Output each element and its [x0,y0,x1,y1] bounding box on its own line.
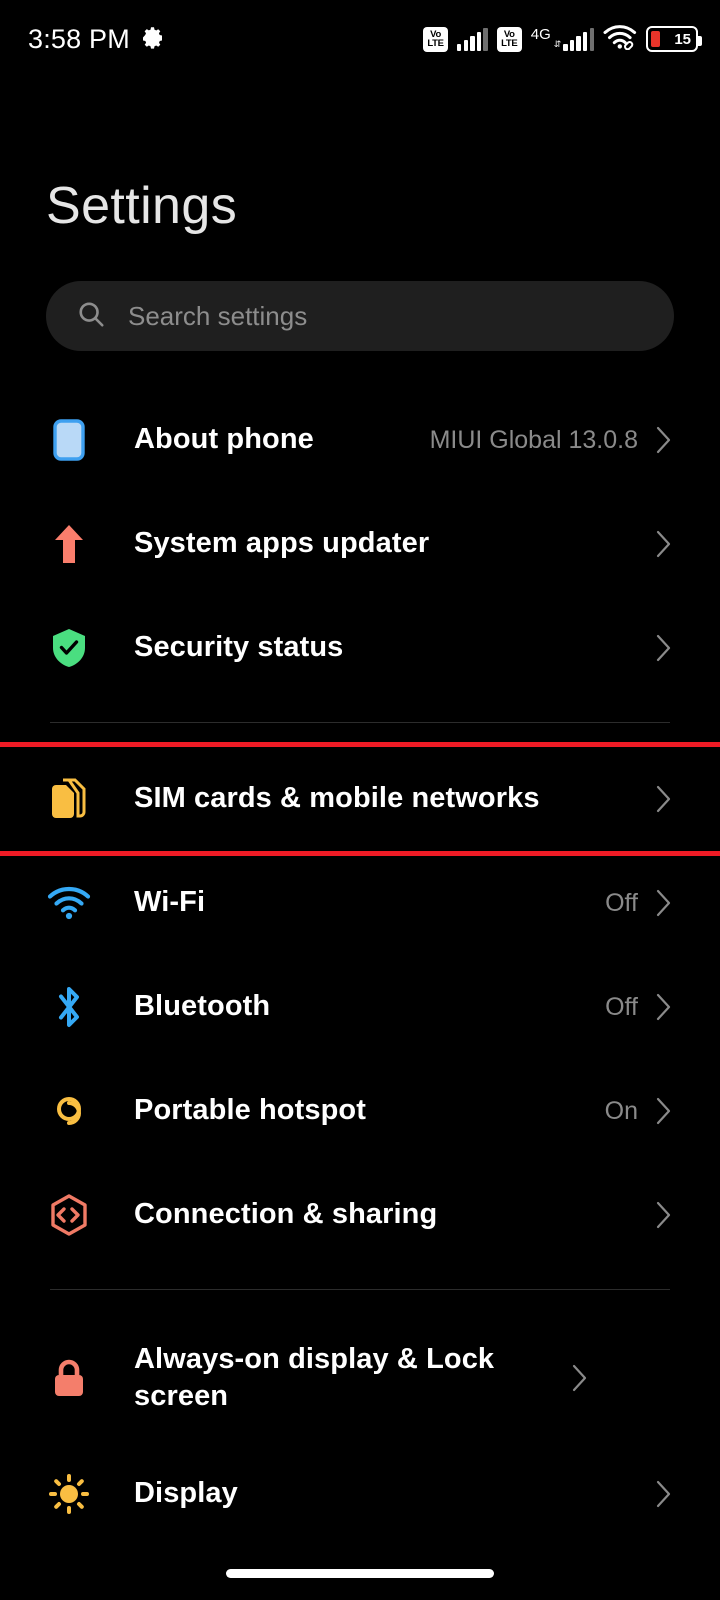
bluetooth-icon [46,984,92,1030]
settings-row-label: Display [134,1477,238,1510]
status-bar-right: Vo LTE Vo LTE 4G ⇵ 15 [423,24,702,55]
brightness-icon [46,1471,92,1517]
home-gesture-bar[interactable] [226,1569,494,1578]
page-title: Settings [46,177,238,235]
chevron-right-icon [656,530,672,558]
settings-row-security-status[interactable]: Security status [0,596,720,700]
settings-row-sim-cards-mobile-networks[interactable]: SIM cards & mobile networks [0,742,720,856]
section-divider [50,1289,670,1290]
settings-list: About phone MIUI Global 13.0.8 System ap… [0,388,720,1546]
settings-row-label: SIM cards & mobile networks [134,782,540,815]
shield-check-icon [46,625,92,671]
settings-row-label: Wi-Fi [134,886,206,919]
settings-row-label: Bluetooth [134,990,271,1023]
settings-row-system-apps-updater[interactable]: System apps updater [0,492,720,596]
status-bar: 3:58 PM Vo LTE Vo LTE 4G ⇵ 15 [0,0,720,78]
status-bar-left: 3:58 PM [28,24,165,55]
network-type-label: 4G [530,26,551,43]
chevron-right-icon [572,1364,588,1392]
battery-fill [651,31,660,47]
chevron-right-icon [656,993,672,1021]
settings-row-label: System apps updater [134,527,430,560]
search-icon [76,299,106,334]
settings-row-about-phone[interactable]: About phone MIUI Global 13.0.8 [0,388,720,492]
lock-icon [46,1355,92,1401]
volte-badge-sim2: Vo LTE [496,26,522,52]
settings-row-label: About phone [134,423,314,456]
connection-sharing-icon [46,1192,92,1238]
signal-bars-sim1 [457,27,488,51]
settings-row-connection-sharing[interactable]: Connection & sharing [0,1163,720,1267]
settings-row-label: Security status [134,631,344,664]
battery-percent-label: 15 [674,30,691,48]
chevron-right-icon [656,785,672,813]
chevron-right-icon [656,426,672,454]
chevron-right-icon [656,889,672,917]
settings-row-label: Always-on display & Lock screen [134,1342,495,1412]
data-arrows-icon: ⇵ [553,39,561,49]
settings-screen: 3:58 PM Vo LTE Vo LTE 4G ⇵ 15 Settings S… [0,0,720,1600]
volte-badge-sim1: Vo LTE [423,26,449,52]
search-input[interactable] [128,300,588,332]
settings-row-bluetooth[interactable]: Bluetooth Off [0,955,720,1059]
status-bar-clock: 3:58 PM [28,23,130,54]
chevron-right-icon [656,1201,672,1229]
settings-row-value: MIUI Global 13.0.8 [429,425,638,454]
hotspot-icon [46,1088,92,1134]
settings-group-display: Always-on display & Lock screen Display [0,1314,720,1546]
chevron-right-icon [656,1097,672,1125]
signal-bars-sim2: 4G ⇵ [531,27,594,51]
settings-row-display[interactable]: Display [0,1442,720,1546]
settings-row-portable-hotspot[interactable]: Portable hotspot On [0,1059,720,1163]
arrow-up-icon [46,521,92,567]
search-bar[interactable] [46,281,674,351]
battery-indicator: 15 [646,26,702,52]
phone-icon [46,417,92,463]
sim-card-icon [46,776,92,822]
gear-icon [141,25,165,54]
settings-row-label: Portable hotspot [134,1094,366,1127]
chevron-right-icon [656,634,672,662]
wifi-link-icon [603,24,637,55]
settings-row-always-on-display-lock-screen[interactable]: Always-on display & Lock screen [0,1314,720,1442]
settings-row-value: Off [605,888,638,917]
chevron-right-icon [656,1480,672,1508]
settings-group-connectivity: SIM cards & mobile networks Wi-Fi Off Bl… [0,742,720,1267]
wifi-icon [46,880,92,926]
settings-row-value: Off [605,992,638,1021]
settings-group-system: About phone MIUI Global 13.0.8 System ap… [0,388,720,700]
settings-row-value: On [604,1096,638,1125]
section-divider [50,722,670,723]
settings-row-label: Connection & sharing [134,1198,438,1231]
settings-row-wifi[interactable]: Wi-Fi Off [0,851,720,955]
